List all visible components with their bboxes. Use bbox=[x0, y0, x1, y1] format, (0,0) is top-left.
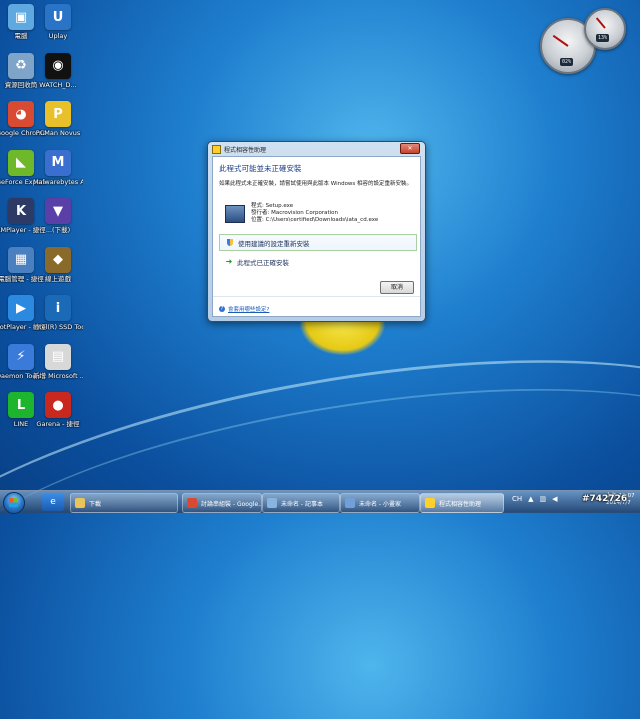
program-publisher: 發行者: Macrovision Corporation bbox=[251, 209, 339, 216]
desktop-icon[interactable]: P PCMan Novus bbox=[33, 101, 83, 137]
language-indicator[interactable]: CH bbox=[512, 495, 522, 503]
windows-logo-icon bbox=[9, 498, 18, 507]
desktop-app-icon: M bbox=[45, 149, 71, 176]
program-location: 位置: C:\Users\certified\Downloads\iata_cd… bbox=[251, 216, 379, 223]
dialog-titlebar[interactable]: 程式相容性助理 bbox=[208, 142, 425, 156]
desktop-app-icon: U bbox=[45, 4, 71, 30]
taskbar-button[interactable]: 討論串組裝 - Google... bbox=[182, 493, 262, 513]
desktop-app-icon: ▣ bbox=[8, 4, 34, 30]
watermark-id: #742726 bbox=[582, 494, 628, 504]
taskbar-button-label: 討論串組裝 - Google... bbox=[201, 500, 262, 508]
desktop-icon-label: ...(下載) bbox=[45, 226, 71, 234]
desktop-app-icon: P bbox=[45, 101, 71, 127]
dialog-client-area: 此程式可能並未正確安裝 如果此程式未正確安裝，請嘗試使用與此版本 Windows… bbox=[212, 156, 421, 317]
installed-option-label: 此程式已正確安裝 bbox=[237, 259, 289, 267]
desktop-app-icon: L bbox=[8, 392, 34, 418]
cpu-meter-gadget[interactable]: 02% 13% bbox=[538, 8, 628, 76]
dialog-description: 如果此程式未正確安裝，請嘗試使用與此版本 Windows 相容的設定重新安裝。 bbox=[219, 181, 413, 187]
desktop-app-icon: ▦ bbox=[8, 246, 34, 273]
desktop-app-icon: ● bbox=[45, 392, 71, 418]
desktop-app-icon: ◆ bbox=[45, 246, 71, 273]
taskbar: e 下載 討論串組裝 - Google... 未命名 - 記事本 未命名 - 小畫家 程… bbox=[0, 490, 640, 514]
desktop-app-icon: ▤ bbox=[45, 343, 71, 370]
program-compatibility-dialog: 程式相容性助理 ✕ 此程式可能並未正確安裝 如果此程式未正確安裝，請嘗試使用與此… bbox=[207, 141, 426, 322]
reinstall-recommended-option[interactable]: 使用建議的設定重新安裝 bbox=[219, 234, 417, 251]
desktop-app-icon: ▶ bbox=[8, 295, 34, 321]
setup-program-icon bbox=[225, 205, 245, 223]
taskbar-app-icon bbox=[345, 498, 355, 508]
program-details: 程式: Setup.exe 發行者: Macrovision Corporati… bbox=[251, 203, 378, 223]
desktop-icon[interactable]: ◆ 線上遊戲 bbox=[33, 246, 83, 283]
taskbar-app-icon bbox=[267, 498, 277, 508]
volume-icon[interactable]: ◀ bbox=[552, 495, 557, 503]
taskbar-button-label: 未命名 - 記事本 bbox=[281, 500, 323, 508]
desktop-app-icon: ◕ bbox=[8, 101, 34, 127]
compatibility-icon bbox=[212, 144, 221, 154]
memory-gauge-needle bbox=[595, 17, 606, 29]
green-arrow-icon: ➜ bbox=[225, 257, 233, 266]
memory-readout: 13% bbox=[596, 34, 610, 42]
cpu-readout: 02% bbox=[560, 58, 574, 66]
taskbar-button[interactable]: 程式相容性助理 bbox=[420, 493, 504, 513]
taskbar-app-icon bbox=[425, 498, 435, 508]
uac-shield-icon bbox=[226, 239, 234, 247]
taskbar-button[interactable]: 下載 bbox=[70, 493, 178, 513]
installed-correctly-option[interactable]: ➜ 此程式已正確安裝 bbox=[219, 255, 415, 269]
tray-up-arrow-icon[interactable]: ▲ bbox=[528, 495, 533, 503]
footer-divider bbox=[213, 296, 420, 297]
taskbar-button[interactable]: 未命名 - 小畫家 bbox=[340, 493, 420, 513]
desktop-icon-label: Garena - 捷徑 bbox=[36, 420, 80, 428]
desktop-icon[interactable]: ◉ WATCH_D... bbox=[33, 52, 83, 89]
desktop-icon-label: WATCH_D... bbox=[39, 80, 77, 89]
desktop-icon[interactable]: U Uplay bbox=[33, 4, 83, 40]
desktop-icon-label: Uplay bbox=[48, 32, 68, 40]
desktop-icon-label: Intel(R) SSD Toolbox bbox=[33, 323, 83, 331]
desktop-app-icon: ◉ bbox=[45, 52, 71, 79]
desktop-icon[interactable]: ▼ ...(下載) bbox=[33, 198, 83, 234]
taskbar-button-label: 下載 bbox=[89, 500, 102, 508]
network-icon[interactable]: ▥ bbox=[540, 495, 547, 503]
taskbar-button-label: 程式相容性助理 bbox=[439, 500, 482, 508]
cpu-gauge-needle bbox=[552, 34, 569, 47]
desktop-icon-label: 線上遊戲 bbox=[45, 274, 71, 283]
help-icon: ? bbox=[219, 306, 225, 312]
taskbar-button[interactable]: 未命名 - 記事本 bbox=[262, 493, 340, 513]
program-name: 程式: Setup.exe bbox=[251, 203, 294, 209]
desktop-icon-label: PCMan Novus bbox=[35, 129, 81, 137]
desktop-icon[interactable]: i Intel(R) SSD Toolbox bbox=[33, 295, 83, 331]
desktop-icon[interactable]: ▤ 新增 Microsoft ... bbox=[33, 343, 83, 380]
desktop-app-icon: ♻ bbox=[8, 52, 34, 79]
help-settings-link[interactable]: ? 會套用哪些設定? bbox=[219, 305, 269, 313]
system-tray: CH ▲ ▥ ◀ bbox=[512, 495, 558, 503]
start-button[interactable] bbox=[3, 492, 25, 514]
dialog-heading: 此程式可能並未正確安裝 bbox=[219, 164, 302, 173]
desktop-app-icon: K bbox=[8, 198, 34, 224]
desktop-app-icon: i bbox=[45, 295, 71, 321]
desktop-app-icon: ◣ bbox=[8, 149, 34, 176]
taskbar-app-icon bbox=[187, 498, 197, 508]
reinstall-option-label: 使用建議的設定重新安裝 bbox=[238, 239, 310, 248]
desktop-app-icon: ▼ bbox=[45, 198, 71, 224]
desktop-icon[interactable]: ● Garena - 捷徑 bbox=[33, 392, 83, 428]
desktop-icon-label: Malwarebytes Anti-Malw... bbox=[33, 177, 83, 186]
taskbar-app-icon bbox=[75, 498, 85, 508]
memory-gauge: 13% bbox=[584, 8, 626, 50]
dialog-title: 程式相容性助理 bbox=[224, 146, 267, 154]
cancel-button[interactable]: 取消 bbox=[380, 281, 414, 294]
help-link-label: 會套用哪些設定? bbox=[228, 307, 270, 313]
desktop-icon-label: 新增 Microsoft ... bbox=[33, 371, 83, 380]
desktop-app-icon: ⚡ bbox=[8, 343, 34, 370]
ie-pinned-icon[interactable]: e bbox=[42, 493, 64, 511]
close-button[interactable]: ✕ bbox=[400, 143, 420, 154]
desktop-icon[interactable]: MMalwarebytes Anti-Malw... bbox=[33, 149, 83, 186]
taskbar-button-label: 未命名 - 小畫家 bbox=[359, 500, 401, 508]
